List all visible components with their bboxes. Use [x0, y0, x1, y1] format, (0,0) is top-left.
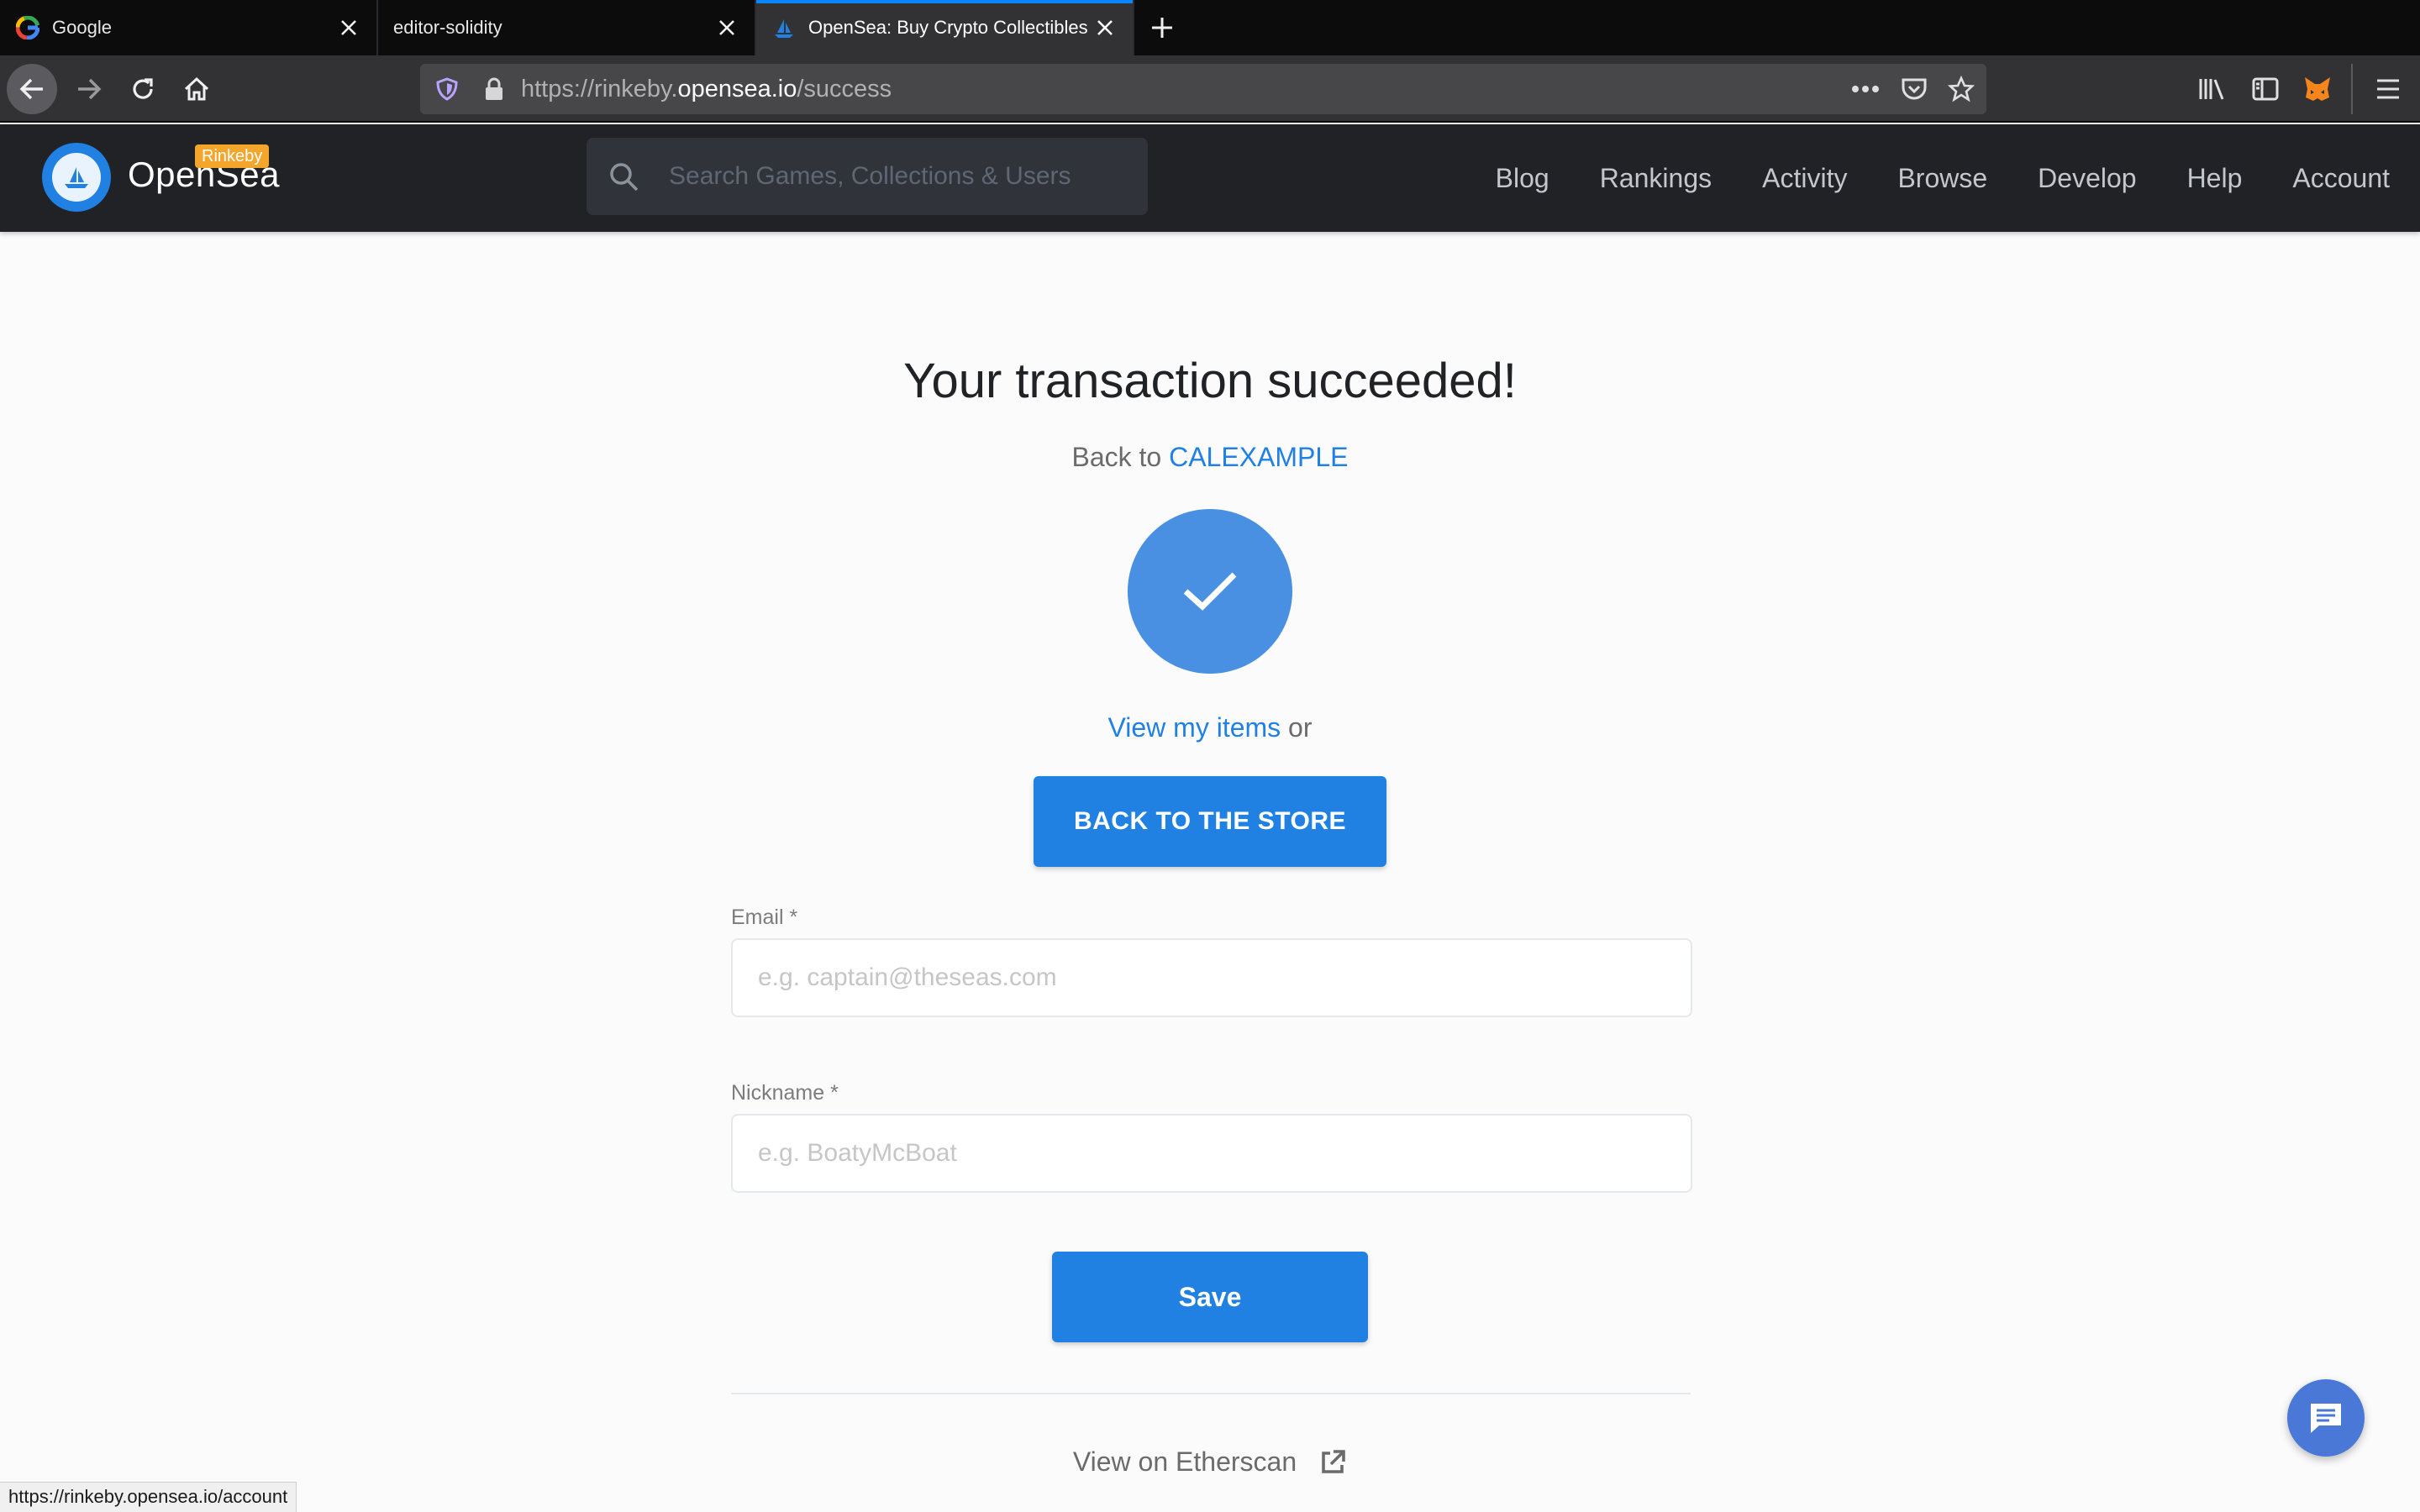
reload-button[interactable]	[118, 64, 168, 114]
close-icon[interactable]	[1092, 15, 1118, 40]
etherscan-label: View on Etherscan	[1072, 1446, 1297, 1477]
browser-toolbar: https://rinkeby.opensea.io/success	[0, 55, 2420, 123]
page-title: Your transaction succeeded!	[903, 354, 1517, 408]
divider	[731, 1393, 1691, 1394]
bookmark-star-icon[interactable]	[1944, 72, 1978, 106]
tab-title: OpenSea: Buy Crypto Collectibles	[808, 17, 1088, 38]
opensea-icon	[771, 15, 797, 40]
library-icon	[2199, 79, 2224, 100]
external-link-icon	[1318, 1448, 1347, 1477]
success-page: Your transaction succeeded! Back to CALE…	[0, 232, 2420, 1512]
tab-editor-solidity[interactable]: editor-solidity	[378, 0, 756, 55]
save-button[interactable]: Save	[1052, 1252, 1368, 1342]
collection-link[interactable]: CALEXAMPLE	[1169, 442, 1348, 472]
sidebar-button[interactable]	[2240, 64, 2291, 114]
pocket-icon[interactable]	[1897, 72, 1931, 106]
arrow-left-icon	[19, 78, 43, 100]
nav-rankings[interactable]: Rankings	[1600, 163, 1712, 194]
status-bar-url: https://rinkeby.opensea.io/account	[0, 1482, 297, 1512]
search-box	[587, 138, 1148, 215]
nickname-field[interactable]	[731, 1114, 1692, 1193]
close-icon[interactable]	[714, 15, 739, 40]
nav-blog[interactable]: Blog	[1496, 163, 1549, 194]
metamask-button[interactable]	[2292, 64, 2343, 114]
toolbar-divider	[2351, 64, 2353, 114]
main-nav: Blog Rankings Activity Browse Develop He…	[1445, 124, 2390, 232]
lock-icon[interactable]	[477, 72, 511, 106]
back-prefix: Back to	[1071, 442, 1162, 472]
shield-icon[interactable]	[430, 72, 464, 106]
nickname-label: Nickname *	[731, 1081, 839, 1105]
metamask-fox-icon	[2305, 77, 2330, 101]
new-tab-button[interactable]	[1134, 0, 1190, 55]
chat-bubble-icon	[2311, 1404, 2341, 1433]
opensea-logo[interactable]	[42, 143, 111, 212]
back-to-store-button[interactable]: BACK TO THE STORE	[1034, 776, 1386, 867]
home-button[interactable]	[171, 64, 222, 114]
close-icon[interactable]	[336, 15, 361, 40]
etherscan-link[interactable]: View on Etherscan	[1073, 1446, 1347, 1478]
nav-help[interactable]: Help	[2187, 163, 2243, 194]
etherscan-row: View on Etherscan	[0, 1446, 2420, 1478]
arrow-right-icon	[78, 78, 102, 100]
ship-icon	[52, 153, 101, 202]
reload-icon	[133, 78, 153, 99]
search-input[interactable]	[669, 138, 1131, 215]
tab-title: editor-solidity	[393, 17, 502, 38]
tab-title: Google	[52, 17, 112, 38]
email-field[interactable]	[731, 938, 1692, 1017]
more-icon[interactable]	[1849, 72, 1882, 106]
tab-google[interactable]: Google	[0, 0, 378, 55]
view-items-line: View my items or	[0, 712, 2420, 743]
back-button[interactable]	[7, 64, 57, 114]
tab-opensea[interactable]: OpenSea: Buy Crypto Collectibles	[756, 0, 1134, 55]
sidebar-icon	[2252, 77, 2279, 101]
menu-button[interactable]	[2363, 64, 2413, 114]
nav-activity[interactable]: Activity	[1762, 163, 1847, 194]
hamburger-menu-icon	[2377, 79, 2399, 99]
email-label: Email *	[731, 906, 798, 929]
library-button[interactable]	[2186, 64, 2237, 114]
plus-icon	[1152, 18, 1172, 38]
browser-tab-bar: Google editor-solidity OpenSea: Buy Cryp…	[0, 0, 2420, 55]
view-my-items-link[interactable]: View my items	[1107, 712, 1281, 743]
home-icon	[184, 76, 209, 101]
forward-button[interactable]	[64, 64, 114, 114]
network-badge: Rinkeby	[195, 144, 270, 168]
google-icon	[15, 15, 40, 40]
nav-develop[interactable]: Develop	[2038, 163, 2136, 194]
checkmark-icon	[1183, 572, 1237, 611]
address-bar[interactable]: https://rinkeby.opensea.io/success	[420, 64, 1986, 114]
nav-account[interactable]: Account	[2292, 163, 2390, 194]
url-text: https://rinkeby.opensea.io/success	[521, 76, 892, 102]
site-header: OpenSea Rinkeby Blog Rankings Activity B…	[0, 124, 2420, 232]
chat-button[interactable]	[2287, 1379, 2365, 1457]
success-check-badge	[1128, 509, 1292, 674]
nav-browse[interactable]: Browse	[1897, 163, 1987, 194]
back-to-collection: Back to CALEXAMPLE	[0, 442, 2420, 473]
view-items-suffix: or	[1288, 712, 1313, 743]
search-icon	[610, 163, 639, 192]
